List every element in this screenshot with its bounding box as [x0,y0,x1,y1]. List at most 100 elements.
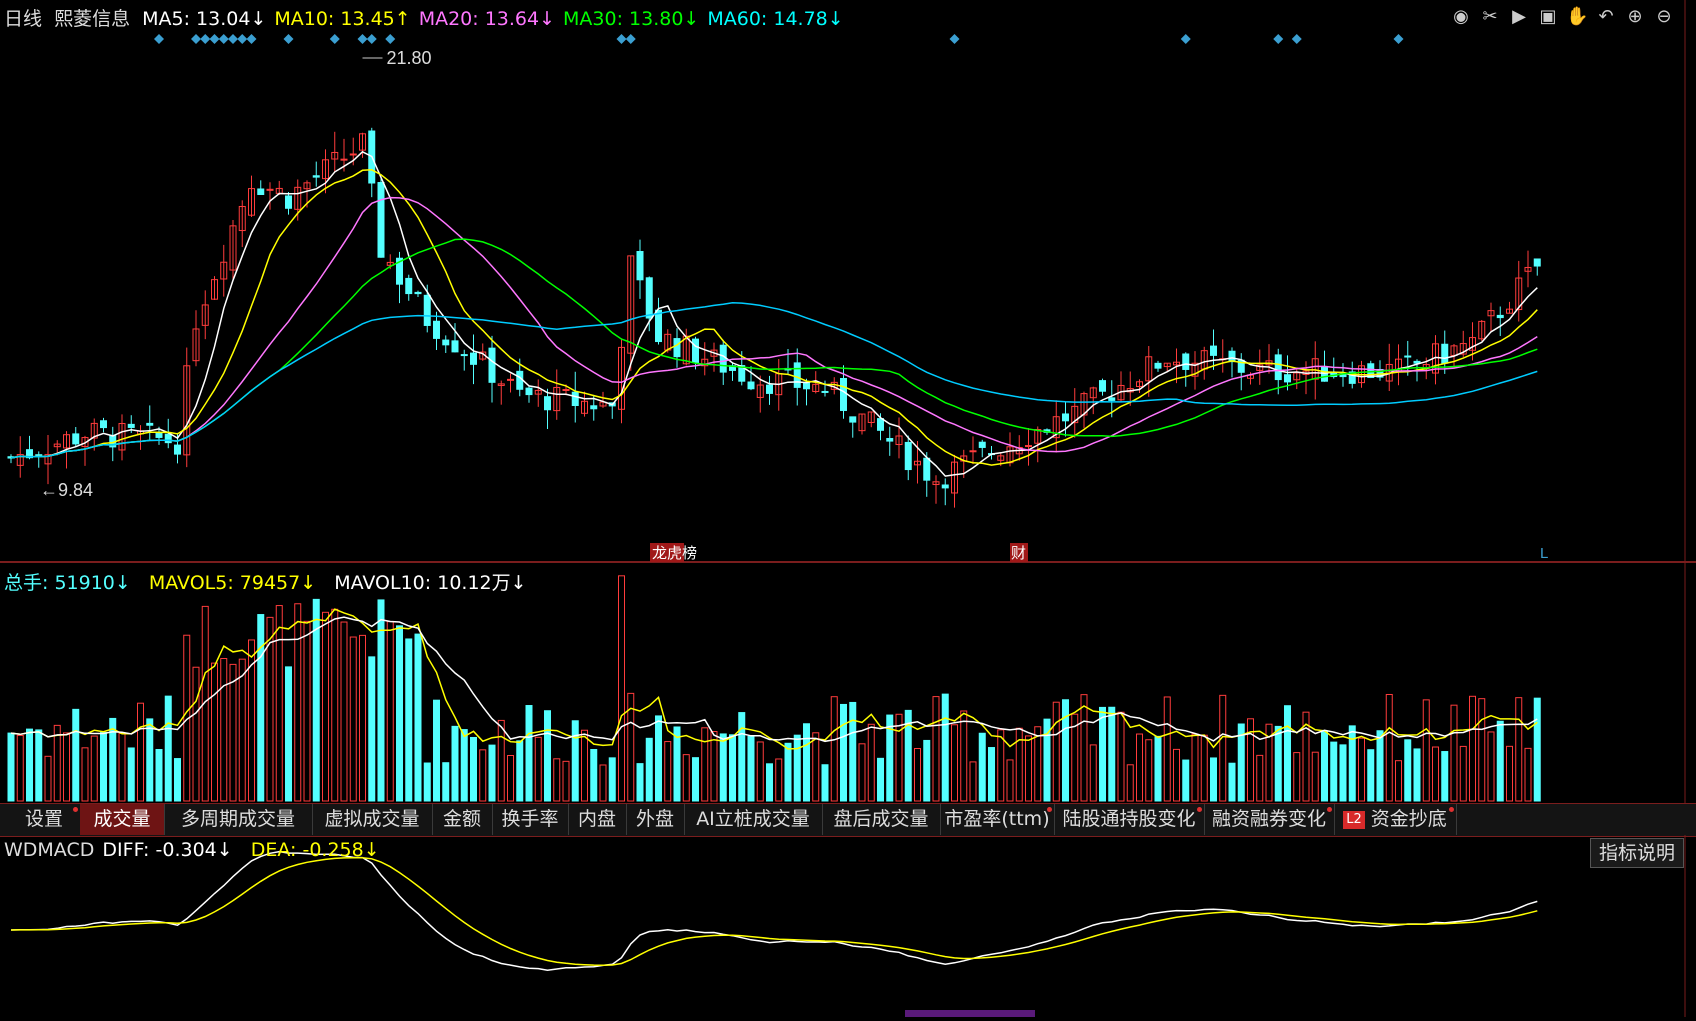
tab-label: 资金抄底 [1370,808,1447,830]
candle [904,441,912,471]
volume-bar [220,658,228,802]
kline-chart[interactable]: 21.80 ←9.84 龙虎榜 财 L [0,0,1696,563]
volume-bar [1422,699,1430,802]
tab-0[interactable]: 设置 [8,804,81,835]
volume-bar [414,633,422,802]
candle [1274,354,1282,381]
eye-icon[interactable]: ◉ [1450,6,1472,28]
volume-bar [803,723,810,802]
volume-bar [349,636,357,802]
volume-bar [1533,697,1541,802]
tab-9[interactable]: 盘后成交量 [822,804,941,835]
tab-8[interactable]: AI立桩成交量 [684,804,823,835]
volume-chart-pane[interactable]: 总手: 51910↓ MAVOL5: 79457↓ MAVOL10: 10.12… [0,563,1696,803]
tab-6[interactable]: 内盘 [568,804,627,835]
volume-bar [423,762,431,802]
tab-5[interactable]: 换手率 [492,804,569,835]
volume-bar [368,656,376,802]
volume-bar [1404,739,1412,802]
tab-1[interactable]: 成交量 [80,804,165,835]
dea-label: DEA: [250,839,297,861]
volume-bar [784,742,792,802]
tab-7[interactable]: 外盘 [626,804,685,835]
tab-2[interactable]: 多周期成交量 [164,804,313,835]
macd-chart-pane[interactable]: WDMACD DIFF: -0.304↓ DEA: -0.258↓ 指标说明 [0,835,1696,1017]
volume-bar [340,621,348,802]
ma-legend-item: MA60: 14.78↓ [707,8,844,30]
volume-bar [16,734,24,802]
volume-bar [830,696,838,802]
volume-bar [275,605,283,802]
volume-bar [895,713,903,802]
volume-bar [553,758,561,802]
dea-line [10,857,1538,966]
mavol5-line [10,608,1538,750]
candle [451,340,459,353]
volume-bar [877,757,884,802]
volume-bar [1432,746,1439,802]
candle [747,381,755,390]
tab-label: 金额 [442,808,481,830]
volume-bar [26,728,33,802]
candle [1496,314,1504,319]
volume-bar [1256,754,1264,802]
tab-11[interactable]: 陆股通持股变化 [1054,804,1205,835]
candle [978,441,986,448]
volume-bar [7,732,15,802]
volume-bar [1385,693,1393,802]
volume-bar [35,729,43,802]
macd-name: WDMACD [4,839,95,861]
undo-icon[interactable]: ↶ [1595,6,1617,28]
volume-bar [285,666,292,802]
tab-4[interactable]: 金额 [432,804,493,835]
tab-13[interactable]: L2 资金抄底 [1334,804,1457,835]
candle [562,389,570,392]
signal-diamond [283,34,294,44]
volume-bar [1200,734,1208,802]
lock-icon[interactable]: ▣ [1537,6,1559,28]
signal-diamond [200,34,211,44]
signal-diamond [949,34,960,44]
volume-bar [1376,730,1384,802]
tab-12[interactable]: 融资融券变化 [1204,804,1335,835]
volume-bar [1478,698,1486,802]
candle [72,433,80,445]
signal-diamond [1180,34,1191,44]
volume-bar [1099,706,1106,802]
candle [923,457,931,481]
volume-bar [1182,759,1190,802]
volume-bar [1469,695,1476,802]
volume-bar [192,666,200,802]
signal-diamond [246,34,257,44]
candle [1182,353,1190,370]
signal-diamond [357,34,368,44]
ma-legend-item: MA30: 13.80↓ [563,8,700,30]
signal-diamond [154,34,164,44]
tab-3[interactable]: 虚拟成交量 [312,804,433,835]
signal-diamond [1291,34,1302,44]
volume-bar [719,733,727,802]
volume-bar [673,726,681,802]
volume-bar [747,735,755,802]
volume-bar [211,662,218,802]
volume-bar [581,729,588,802]
ma-legend-item: MA10: 13.45↑ [274,8,411,30]
volume-bar [1080,694,1088,802]
play-icon[interactable]: ▶ [1508,6,1530,28]
volume-chart[interactable] [0,563,1696,803]
candle [1108,397,1116,401]
hand-icon[interactable]: ✋ [1566,6,1588,28]
macd-chart[interactable] [0,835,1696,1017]
zoom-out-icon[interactable]: ⊖ [1653,6,1675,28]
kline-chart-pane[interactable]: 21.80 ←9.84 龙虎榜 财 L 日线 熙菱信息 MA5: 13.04↓ MA10:… [0,0,1696,563]
zoom-in-icon[interactable]: ⊕ [1624,6,1646,28]
indicator-help-button[interactable]: 指标说明 [1589,838,1684,868]
tab-10[interactable]: 市盈率(ttm) [940,804,1055,835]
scissors-icon[interactable]: ✂ [1479,6,1501,28]
volume-bar [682,754,690,802]
scroll-indicator[interactable] [905,1010,1035,1017]
candle [1154,362,1162,369]
volume-bar [590,748,598,802]
volume-bar [127,747,135,802]
volume-bar [164,695,172,802]
